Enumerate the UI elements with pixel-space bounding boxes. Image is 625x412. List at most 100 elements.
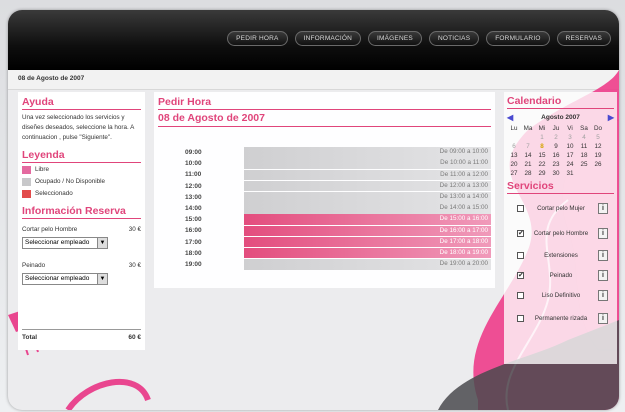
calendar-day[interactable]: 25 xyxy=(577,161,591,168)
legend-item: Ocupado / No Disponible xyxy=(22,177,141,187)
services-list: Cortar pelo Mujer i ✔ Cortar pelo Hombre i Ex… xyxy=(507,197,614,329)
schedule-date: 08 de Agosto de 2007 xyxy=(158,112,491,127)
service-option: ✔ Cortar pelo Hombre i xyxy=(507,222,614,244)
info-icon[interactable]: i xyxy=(598,312,608,324)
calendar-day[interactable]: 1 xyxy=(535,134,549,141)
legend-swatch-ocupado xyxy=(22,178,31,186)
employee-select-value: Seleccionar empleado xyxy=(25,275,90,282)
weekday-label: Mi xyxy=(538,125,546,132)
time-slot-row: 14:00 De 14:00 a 15:00 xyxy=(158,203,491,214)
calendar-day[interactable]: 28 xyxy=(521,170,535,177)
service-checkbox[interactable] xyxy=(517,252,524,259)
reserva-title: Información Reserva xyxy=(22,205,141,219)
calendar-day[interactable]: 30 xyxy=(549,170,563,177)
dropdown-arrow-icon: ▼ xyxy=(97,238,107,248)
slot-time: 19:00 xyxy=(185,260,202,268)
info-icon[interactable]: i xyxy=(598,290,608,301)
employee-select-value: Seleccionar empleado xyxy=(25,239,90,246)
calendar-day[interactable]: 24 xyxy=(563,161,577,168)
slot-bar[interactable]: De 13:00 a 14:00 xyxy=(244,192,491,203)
time-slot-row: 18:00 De 18:00 a 19:00 xyxy=(158,247,491,259)
calendar-day[interactable]: 10 xyxy=(563,143,577,150)
calendar-day[interactable]: 31 xyxy=(563,170,577,177)
calendar-day[interactable]: 2 xyxy=(549,134,563,141)
employee-select[interactable]: Seleccionar empleado ▼ xyxy=(22,273,108,285)
calendar-day[interactable]: 7 xyxy=(521,143,535,150)
calendar-day[interactable]: 11 xyxy=(577,143,591,150)
legend-label: Seleccionado xyxy=(35,190,73,197)
slot-bar[interactable]: De 19:00 a 20:00 xyxy=(244,259,491,270)
calendar-day[interactable]: 18 xyxy=(577,152,591,159)
info-icon[interactable]: i xyxy=(598,270,608,281)
slot-bar[interactable]: De 09:00 a 10:00 xyxy=(244,147,491,158)
calendar-day[interactable]: 20 xyxy=(507,161,521,168)
legend-swatch-seleccionado xyxy=(22,190,31,198)
service-label: Liso Definitivo xyxy=(541,292,581,299)
prev-month-icon[interactable]: ◀ xyxy=(507,113,513,122)
service-checkbox[interactable] xyxy=(517,314,524,322)
calendar-day[interactable]: 21 xyxy=(521,161,535,168)
info-icon[interactable]: i xyxy=(598,227,608,239)
calendar-month: Agosto 2007 xyxy=(541,114,580,121)
service-option: Extensiones i xyxy=(507,247,614,264)
slot-bar[interactable]: De 11:00 a 12:00 xyxy=(244,169,491,181)
service-label: Cortar pelo Hombre xyxy=(533,229,589,237)
slot-bar[interactable]: De 16:00 a 17:00 xyxy=(244,225,491,237)
reserva-service-row: Peinado 30 € xyxy=(22,261,141,271)
employee-select[interactable]: Seleccionar empleado ▼ xyxy=(22,237,108,249)
slot-bar[interactable]: De 18:00 a 19:00 xyxy=(244,247,491,259)
calendar-day[interactable]: 15 xyxy=(535,152,549,159)
leyenda-title: Leyenda xyxy=(22,149,141,163)
calendar-day[interactable]: 26 xyxy=(591,161,605,168)
slot-bar[interactable]: De 17:00 a 18:00 xyxy=(244,236,491,248)
calendar-day[interactable]: 5 xyxy=(591,134,605,141)
info-sidebar: Ayuda Una vez seleccionado los servicios… xyxy=(18,92,145,350)
calendar-day[interactable]: 23 xyxy=(549,161,563,168)
time-slot-row: 10:00 De 10:00 a 11:00 xyxy=(158,158,491,169)
calendar-header: ◀ Agosto 2007 ▶ xyxy=(507,113,614,122)
slot-time: 10:00 xyxy=(185,160,202,168)
slot-time: 14:00 xyxy=(185,204,202,212)
calendar-day[interactable]: 14 xyxy=(521,152,535,159)
slot-time: 18:00 xyxy=(185,249,202,257)
reserva-service-name: Peinado xyxy=(22,262,46,269)
calendar-day[interactable]: 9 xyxy=(549,143,563,150)
calendar-day[interactable]: 12 xyxy=(591,143,605,150)
service-label: Permanente rizada xyxy=(534,314,588,322)
calendar-day[interactable]: 29 xyxy=(535,170,549,177)
calendar-day[interactable]: 13 xyxy=(507,152,521,159)
calendar-day[interactable]: 3 xyxy=(563,134,577,141)
time-slot-row: 09:00 De 09:00 a 10:00 xyxy=(158,147,491,158)
time-slot-row: 16:00 De 16:00 a 17:00 xyxy=(158,225,491,237)
slot-bar[interactable]: De 15:00 a 16:00 xyxy=(244,214,491,225)
calendar-day[interactable]: 27 xyxy=(507,170,521,177)
info-icon[interactable]: i xyxy=(598,250,608,261)
calendar-day[interactable]: 16 xyxy=(549,152,563,159)
calendar-empty-cell xyxy=(507,134,521,141)
info-icon[interactable]: i xyxy=(598,202,608,214)
legend-label: Libre xyxy=(35,166,50,173)
next-month-icon[interactable]: ▶ xyxy=(608,113,614,122)
ayuda-title: Ayuda xyxy=(22,96,141,110)
calendar-day[interactable]: 6 xyxy=(507,143,521,150)
service-option: Cortar pelo Mujer i xyxy=(507,197,614,219)
service-checkbox[interactable] xyxy=(517,204,524,212)
service-checkbox[interactable]: ✔ xyxy=(517,272,524,279)
weekday-label: Sa xyxy=(580,125,588,132)
service-checkbox[interactable]: ✔ xyxy=(517,229,524,237)
calendar-day[interactable]: 17 xyxy=(563,152,577,159)
slot-time: 12:00 xyxy=(185,182,202,190)
calendar-day[interactable]: 4 xyxy=(577,134,591,141)
time-slot-row: 12:00 De 12:00 a 13:00 xyxy=(158,180,491,192)
service-option: ✔ Peinado i xyxy=(507,267,614,284)
calendar-day[interactable]: 19 xyxy=(591,152,605,159)
slot-bar[interactable]: De 12:00 a 13:00 xyxy=(244,180,491,192)
slot-bar[interactable]: De 14:00 a 15:00 xyxy=(244,203,491,214)
slot-bar[interactable]: De 10:00 a 11:00 xyxy=(244,158,491,169)
reserva-service-price: 30 € xyxy=(128,262,141,269)
calendar-day[interactable]: 22 xyxy=(535,161,549,168)
weekday-label: Ma xyxy=(523,125,533,132)
calendar-day[interactable]: 8 xyxy=(535,143,549,150)
slot-time: 11:00 xyxy=(185,171,202,179)
service-checkbox[interactable] xyxy=(517,292,524,299)
